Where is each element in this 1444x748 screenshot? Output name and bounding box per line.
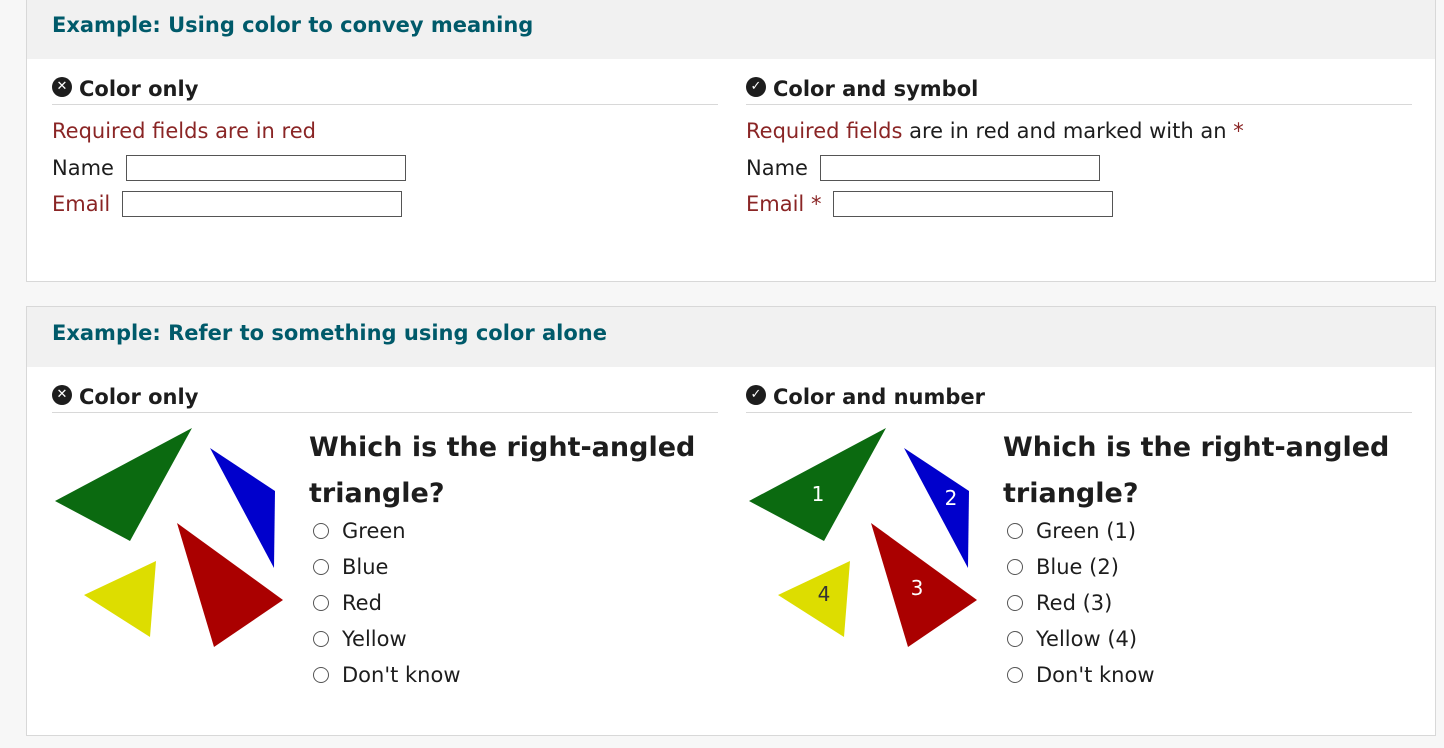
triangle-quiz: Which is the right-angled triangle? Gree… bbox=[52, 413, 718, 713]
name-label: Name bbox=[52, 156, 114, 180]
option-yellow[interactable]: Yellow (4) bbox=[1007, 621, 1155, 657]
asterisk: * bbox=[1233, 119, 1244, 143]
option-green[interactable]: Green bbox=[313, 513, 461, 549]
required-note: Required fields are in red and marked wi… bbox=[746, 119, 1244, 143]
triangle-number-4: 4 bbox=[818, 582, 831, 606]
color-only-column: ✕ Color only Which is the right-angled t… bbox=[52, 367, 718, 713]
radio-button[interactable] bbox=[1007, 631, 1023, 647]
column-title: ✓ Color and number bbox=[746, 367, 1412, 413]
triangle-number-3: 3 bbox=[911, 576, 924, 600]
radio-button[interactable] bbox=[313, 523, 329, 539]
email-field-row: Email bbox=[52, 191, 718, 217]
radio-button[interactable] bbox=[313, 667, 329, 683]
email-input[interactable] bbox=[833, 191, 1114, 217]
column-title: ✕ Color only bbox=[52, 59, 718, 105]
color-only-column: ✕ Color only Required fields are in red … bbox=[52, 59, 718, 217]
color-and-number-column: ✓ Color and number 1 2 3 4 Which is the … bbox=[746, 367, 1412, 713]
triangles-illustration bbox=[55, 428, 283, 647]
radio-button[interactable] bbox=[1007, 595, 1023, 611]
answer-options: Green (1) Blue (2) Red (3) Yellow (4) Do… bbox=[1007, 513, 1155, 693]
example-heading: Example: Using color to convey meaning bbox=[27, 0, 1435, 59]
column-title: ✕ Color only bbox=[52, 367, 718, 413]
triangle-quiz: 1 2 3 4 Which is the right-angled triang… bbox=[746, 413, 1412, 713]
question-text: Which is the right-angled triangle? bbox=[309, 432, 696, 509]
radio-button[interactable] bbox=[1007, 559, 1023, 575]
yellow-triangle bbox=[778, 561, 850, 637]
triangle-number-2: 2 bbox=[945, 486, 958, 510]
color-and-symbol-column: ✓ Color and symbol Required fields are i… bbox=[746, 59, 1412, 217]
blue-triangle bbox=[904, 448, 969, 568]
name-field-row: Name bbox=[746, 155, 1412, 181]
green-triangle bbox=[55, 428, 192, 541]
email-field-row: Email * bbox=[746, 191, 1412, 217]
option-dont-know[interactable]: Don't know bbox=[1007, 657, 1155, 693]
example-heading: Example: Refer to something using color … bbox=[27, 307, 1435, 367]
cross-circle-icon: ✕ bbox=[52, 76, 72, 97]
option-blue[interactable]: Blue bbox=[313, 549, 461, 585]
option-blue[interactable]: Blue (2) bbox=[1007, 549, 1155, 585]
example-color-alone: Example: Refer to something using color … bbox=[26, 306, 1436, 736]
cross-circle-icon: ✕ bbox=[52, 384, 72, 405]
radio-button[interactable] bbox=[313, 559, 329, 575]
radio-button[interactable] bbox=[1007, 667, 1023, 683]
name-label: Name bbox=[746, 156, 808, 180]
radio-button[interactable] bbox=[1007, 523, 1023, 539]
check-circle-icon: ✓ bbox=[746, 384, 766, 405]
name-input[interactable] bbox=[125, 155, 406, 181]
option-red[interactable]: Red bbox=[313, 585, 461, 621]
option-green[interactable]: Green (1) bbox=[1007, 513, 1155, 549]
column-title: ✓ Color and symbol bbox=[746, 59, 1412, 105]
example-color-meaning: Example: Using color to convey meaning ✕… bbox=[26, 0, 1436, 282]
radio-button[interactable] bbox=[313, 631, 329, 647]
email-label: Email * bbox=[746, 192, 822, 216]
email-label: Email bbox=[52, 192, 111, 216]
check-circle-icon: ✓ bbox=[746, 76, 766, 97]
numbered-triangles-illustration: 1 2 3 4 bbox=[749, 428, 977, 647]
radio-button[interactable] bbox=[313, 595, 329, 611]
name-input[interactable] bbox=[819, 155, 1100, 181]
option-red[interactable]: Red (3) bbox=[1007, 585, 1155, 621]
required-note: Required fields are in red bbox=[52, 119, 316, 143]
answer-options: Green Blue Red Yellow Don't know bbox=[313, 513, 461, 693]
option-dont-know[interactable]: Don't know bbox=[313, 657, 461, 693]
name-field-row: Name bbox=[52, 155, 718, 181]
triangle-number-1: 1 bbox=[812, 482, 825, 506]
yellow-triangle bbox=[84, 561, 156, 637]
blue-triangle bbox=[210, 448, 275, 568]
option-yellow[interactable]: Yellow bbox=[313, 621, 461, 657]
email-input[interactable] bbox=[122, 191, 403, 217]
question-text: Which is the right-angled triangle? bbox=[1003, 432, 1390, 509]
